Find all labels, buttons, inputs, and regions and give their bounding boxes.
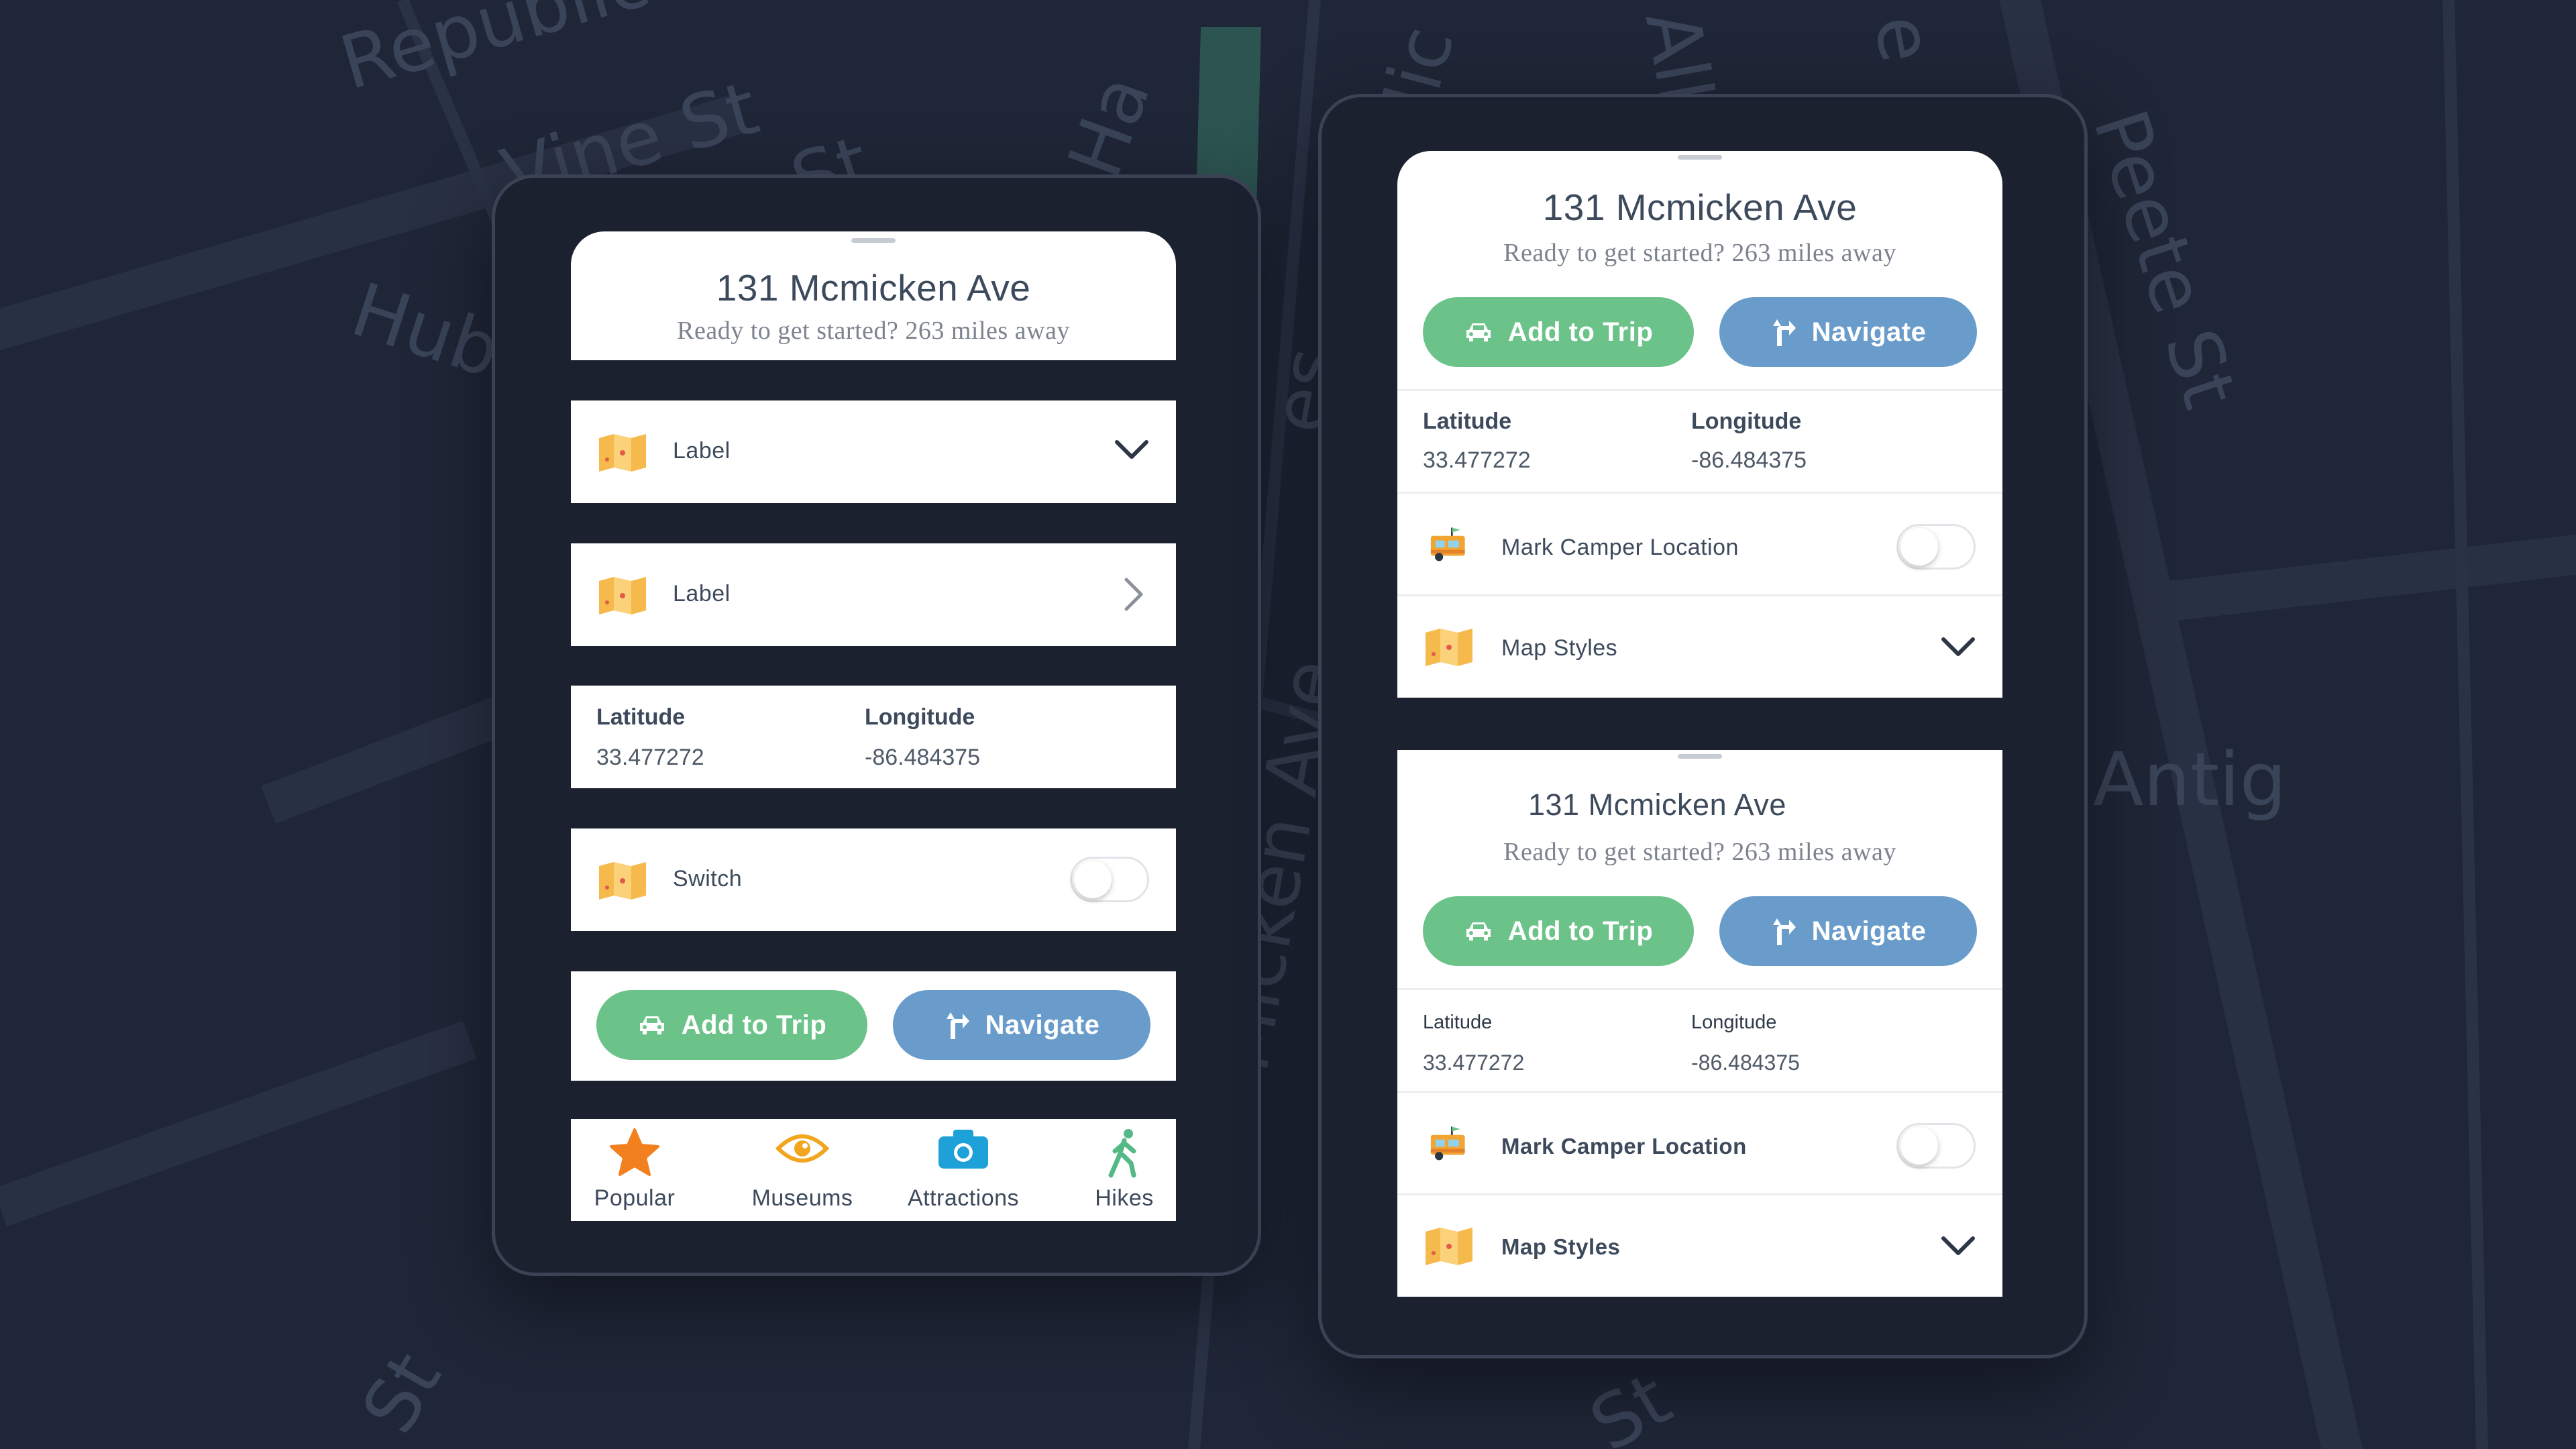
directions-icon xyxy=(946,1012,969,1039)
toggle-knob xyxy=(1900,1127,1938,1165)
tab-attractions[interactable]: Attractions xyxy=(883,1119,1044,1221)
navigate-button[interactable]: Navigate xyxy=(893,990,1150,1060)
add-to-trip-button[interactable]: Add to Trip xyxy=(1423,896,1694,966)
camper-toggle[interactable] xyxy=(1896,524,1976,570)
location-sheet-bottom: 131 Mcmicken Ave Ready to get started? 2… xyxy=(1397,750,2002,1297)
map-icon xyxy=(1426,1228,1472,1265)
switch-label: Switch xyxy=(673,866,743,892)
latitude-value: 33.477272 xyxy=(596,745,704,770)
location-title: 131 Mcmicken Ave xyxy=(1528,788,1786,822)
add-to-trip-label: Add to Trip xyxy=(1507,317,1654,347)
add-to-trip-button[interactable]: Add to Trip xyxy=(1423,297,1694,367)
chevron-down-icon[interactable] xyxy=(1941,1234,1976,1258)
longitude-value: -86.484375 xyxy=(865,745,981,770)
navigate-button[interactable]: Navigate xyxy=(1719,297,1977,367)
location-sheet-top: 131 Mcmicken Ave Ready to get started? 2… xyxy=(1397,151,2002,698)
camper-label: Mark Camper Location xyxy=(1501,535,1739,560)
eye-icon xyxy=(775,1134,829,1163)
latitude-value: 33.477272 xyxy=(1423,1051,1525,1075)
switch-row: Switch xyxy=(571,828,1176,931)
location-title: 131 Mcmicken Ave xyxy=(1542,186,1858,228)
latitude-label: Latitude xyxy=(1423,1012,1493,1033)
car-icon xyxy=(1466,323,1491,341)
directions-icon xyxy=(1772,918,1796,945)
chevron-right-icon[interactable] xyxy=(1121,577,1145,612)
location-subtitle: Ready to get started? 263 miles away xyxy=(1503,838,1896,866)
chevron-down-icon[interactable] xyxy=(1941,635,1976,659)
location-subtitle: Ready to get started? 263 miles away xyxy=(677,317,1070,345)
switch-toggle[interactable] xyxy=(1070,857,1149,902)
tab-museums[interactable]: Museums xyxy=(722,1119,883,1221)
drag-handle[interactable] xyxy=(1678,754,1722,759)
longitude-value: -86.484375 xyxy=(1691,1051,1800,1075)
camper-toggle[interactable] xyxy=(1896,1123,1976,1169)
divider xyxy=(1397,988,2002,990)
latitude-value: 33.477272 xyxy=(1423,447,1531,473)
star-icon xyxy=(610,1128,659,1176)
navigation-row[interactable]: Label xyxy=(571,543,1176,646)
map-styles-label: Map Styles xyxy=(1501,1234,1621,1259)
divider xyxy=(1397,594,2002,596)
chevron-down-icon[interactable] xyxy=(1114,438,1149,462)
hiker-icon xyxy=(1108,1129,1136,1178)
divider xyxy=(1397,1091,2002,1093)
street-label: Ha xyxy=(1051,64,1167,189)
navigate-label: Navigate xyxy=(985,1010,1100,1040)
coordinates-card: Latitude 33.477272 Longitude -86.484375 xyxy=(571,686,1176,788)
background-map: Vine St Republic St Ha Mic Alle e Peete … xyxy=(0,0,2576,1449)
toggle-knob xyxy=(1074,861,1112,898)
street-label: St xyxy=(345,1338,458,1447)
tab-attractions-label: Attractions xyxy=(907,1185,1020,1211)
add-to-trip-label: Add to Trip xyxy=(1507,916,1654,946)
tab-hikes[interactable]: Hikes xyxy=(1061,1119,1188,1221)
tab-popular-label: Popular xyxy=(594,1185,676,1211)
divider xyxy=(1397,492,2002,494)
location-header-card[interactable]: 131 Mcmicken Ave Ready to get started? 2… xyxy=(571,231,1176,360)
navigate-button[interactable]: Navigate xyxy=(1719,896,1977,966)
tab-museums-label: Museums xyxy=(751,1185,853,1211)
map-icon xyxy=(599,862,646,900)
action-buttons-row: Add to Trip Navigate xyxy=(571,971,1176,1081)
longitude-label: Longitude xyxy=(1691,409,1802,434)
map-icon xyxy=(1426,629,1472,666)
drag-handle[interactable] xyxy=(851,238,896,243)
dropdown-row[interactable]: Label xyxy=(571,400,1176,503)
divider xyxy=(1397,389,2002,391)
location-title: 131 Mcmicken Ave xyxy=(716,267,1031,309)
right-device-frame: 131 Mcmicken Ave Ready to get started? 2… xyxy=(1318,94,2088,1358)
longitude-label: Longitude xyxy=(865,704,975,730)
directions-icon xyxy=(1772,319,1796,346)
longitude-value: -86.484375 xyxy=(1691,447,1807,473)
tab-hikes-label: Hikes xyxy=(1095,1185,1154,1211)
latitude-label: Latitude xyxy=(1423,409,1512,434)
location-subtitle: Ready to get started? 263 miles away xyxy=(1503,239,1896,267)
tab-bar: Popular Museums Attractions Hikes xyxy=(571,1119,1176,1221)
navigate-label: Navigate xyxy=(1811,317,1927,347)
add-to-trip-label: Add to Trip xyxy=(681,1010,827,1040)
navigation-label: Label xyxy=(673,581,731,606)
camera-icon xyxy=(938,1130,988,1169)
camper-icon xyxy=(1430,1126,1465,1161)
tab-popular[interactable]: Popular xyxy=(571,1119,698,1221)
navigate-label: Navigate xyxy=(1811,916,1927,946)
map-styles-label: Map Styles xyxy=(1501,635,1618,661)
divider xyxy=(1397,1193,2002,1195)
left-device-frame: 131 Mcmicken Ave Ready to get started? 2… xyxy=(492,174,1261,1276)
street-label: St xyxy=(1576,1356,1684,1449)
add-to-trip-button[interactable]: Add to Trip xyxy=(596,990,867,1060)
street-label: e xyxy=(1858,9,1950,68)
drag-handle[interactable] xyxy=(1678,155,1722,160)
dropdown-label: Label xyxy=(673,438,731,464)
map-icon xyxy=(599,434,646,472)
camper-label: Mark Camper Location xyxy=(1501,1134,1747,1159)
street-label: Antig xyxy=(2093,737,2286,822)
camper-icon xyxy=(1430,527,1465,561)
car-icon xyxy=(1466,922,1491,941)
latitude-label: Latitude xyxy=(596,704,686,730)
street-label: Republic xyxy=(331,0,658,107)
toggle-knob xyxy=(1900,528,1938,566)
map-icon xyxy=(599,577,646,614)
longitude-label: Longitude xyxy=(1691,1012,1777,1033)
car-icon xyxy=(639,1016,664,1034)
